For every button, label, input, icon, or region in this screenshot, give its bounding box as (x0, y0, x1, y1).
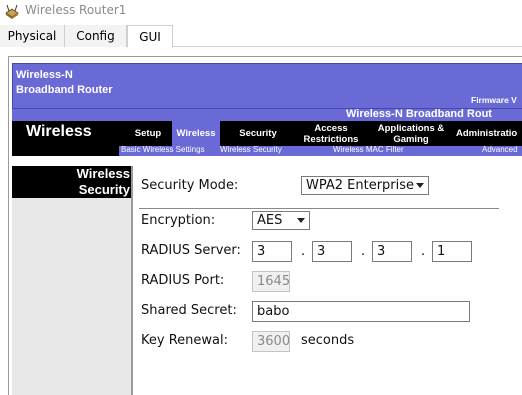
radius-server-octet-2[interactable]: 3 (312, 241, 352, 262)
tab-gui[interactable]: GUI (127, 25, 173, 48)
product-name-line1: Wireless-N (16, 69, 73, 81)
left-title-line1: Wireless (76, 166, 130, 181)
divider (139, 208, 499, 209)
chevron-down-icon (297, 218, 305, 223)
left-title-line2: Security (78, 182, 130, 197)
encryption-label: Encryption: (141, 213, 216, 228)
nav-setup[interactable]: Setup (126, 121, 170, 146)
encryption-value: AES (257, 213, 283, 228)
router-web-ui: Wireless-N Broadband Router Firmware V W… (8, 56, 522, 395)
title-bar: Wireless Router1 (0, 0, 522, 22)
main-nav: Wireless Setup Wireless Security Access … (12, 121, 522, 146)
nav-applications-gaming[interactable]: Applications & Gaming (374, 121, 448, 146)
radius-port-label: RADIUS Port: (141, 273, 225, 288)
tab-config[interactable]: Config (65, 25, 127, 47)
left-column-heading: Wireless Security (12, 166, 132, 198)
router-icon (4, 3, 20, 19)
tab-physical[interactable]: Physical (0, 25, 65, 47)
subnav-advanced[interactable]: Advanced (482, 145, 518, 154)
security-mode-select[interactable]: WPA2 Enterprise (301, 176, 429, 195)
ip-separator: . (421, 244, 426, 259)
ip-separator: . (361, 244, 366, 259)
subnav-basic-wireless-settings[interactable]: Basic Wireless Settings (121, 145, 205, 154)
nav-access-restrictions[interactable]: Access Restrictions (294, 121, 368, 146)
left-column: Wireless Security (12, 166, 132, 395)
radius-port-field: 1645 (252, 271, 290, 292)
subnav-wireless-mac-filter[interactable]: Wireless MAC Filter (333, 145, 404, 154)
encryption-select[interactable]: AES (252, 211, 310, 230)
radius-server-octet-1[interactable]: 3 (252, 241, 292, 262)
key-renewal-unit: seconds (301, 333, 355, 348)
key-renewal-label: Key Renewal: (141, 333, 228, 348)
tab-bar: Physical Config GUI (0, 25, 522, 48)
model-name: Wireless-N Broadband Rout (346, 108, 492, 120)
nav-security[interactable]: Security (228, 121, 288, 146)
shared-secret-label: Shared Secret: (141, 303, 237, 318)
subnav-wireless-security[interactable]: Wireless Security (220, 145, 282, 154)
radius-server-octet-4[interactable]: 1 (432, 241, 472, 262)
key-renewal-field: 3600 (252, 331, 290, 352)
wireless-security-form: Security Mode: WPA2 Enterprise Encryptio… (133, 166, 522, 395)
product-name-line2: Broadband Router (16, 84, 113, 96)
section-title: Wireless (26, 123, 92, 140)
firmware-version: Firmware V (471, 95, 517, 105)
router-header: Wireless-N Broadband Router Firmware V (12, 63, 522, 109)
security-mode-label: Security Mode: (141, 178, 239, 193)
radius-server-label: RADIUS Server: (141, 243, 241, 258)
subnav-spacer (12, 146, 119, 156)
nav-wireless[interactable]: Wireless (172, 121, 220, 146)
security-mode-value: WPA2 Enterprise (306, 178, 415, 193)
radius-server-octet-3[interactable]: 3 (372, 241, 412, 262)
sub-nav: Basic Wireless Settings Wireless Securit… (119, 145, 522, 156)
nav-administration[interactable]: Administratio (456, 121, 522, 146)
ip-separator: . (301, 244, 306, 259)
model-bar: Wireless-N Broadband Rout (12, 108, 522, 121)
shared-secret-field[interactable]: babo (252, 301, 470, 322)
window-title: Wireless Router1 (25, 3, 127, 17)
chevron-down-icon (416, 183, 424, 188)
